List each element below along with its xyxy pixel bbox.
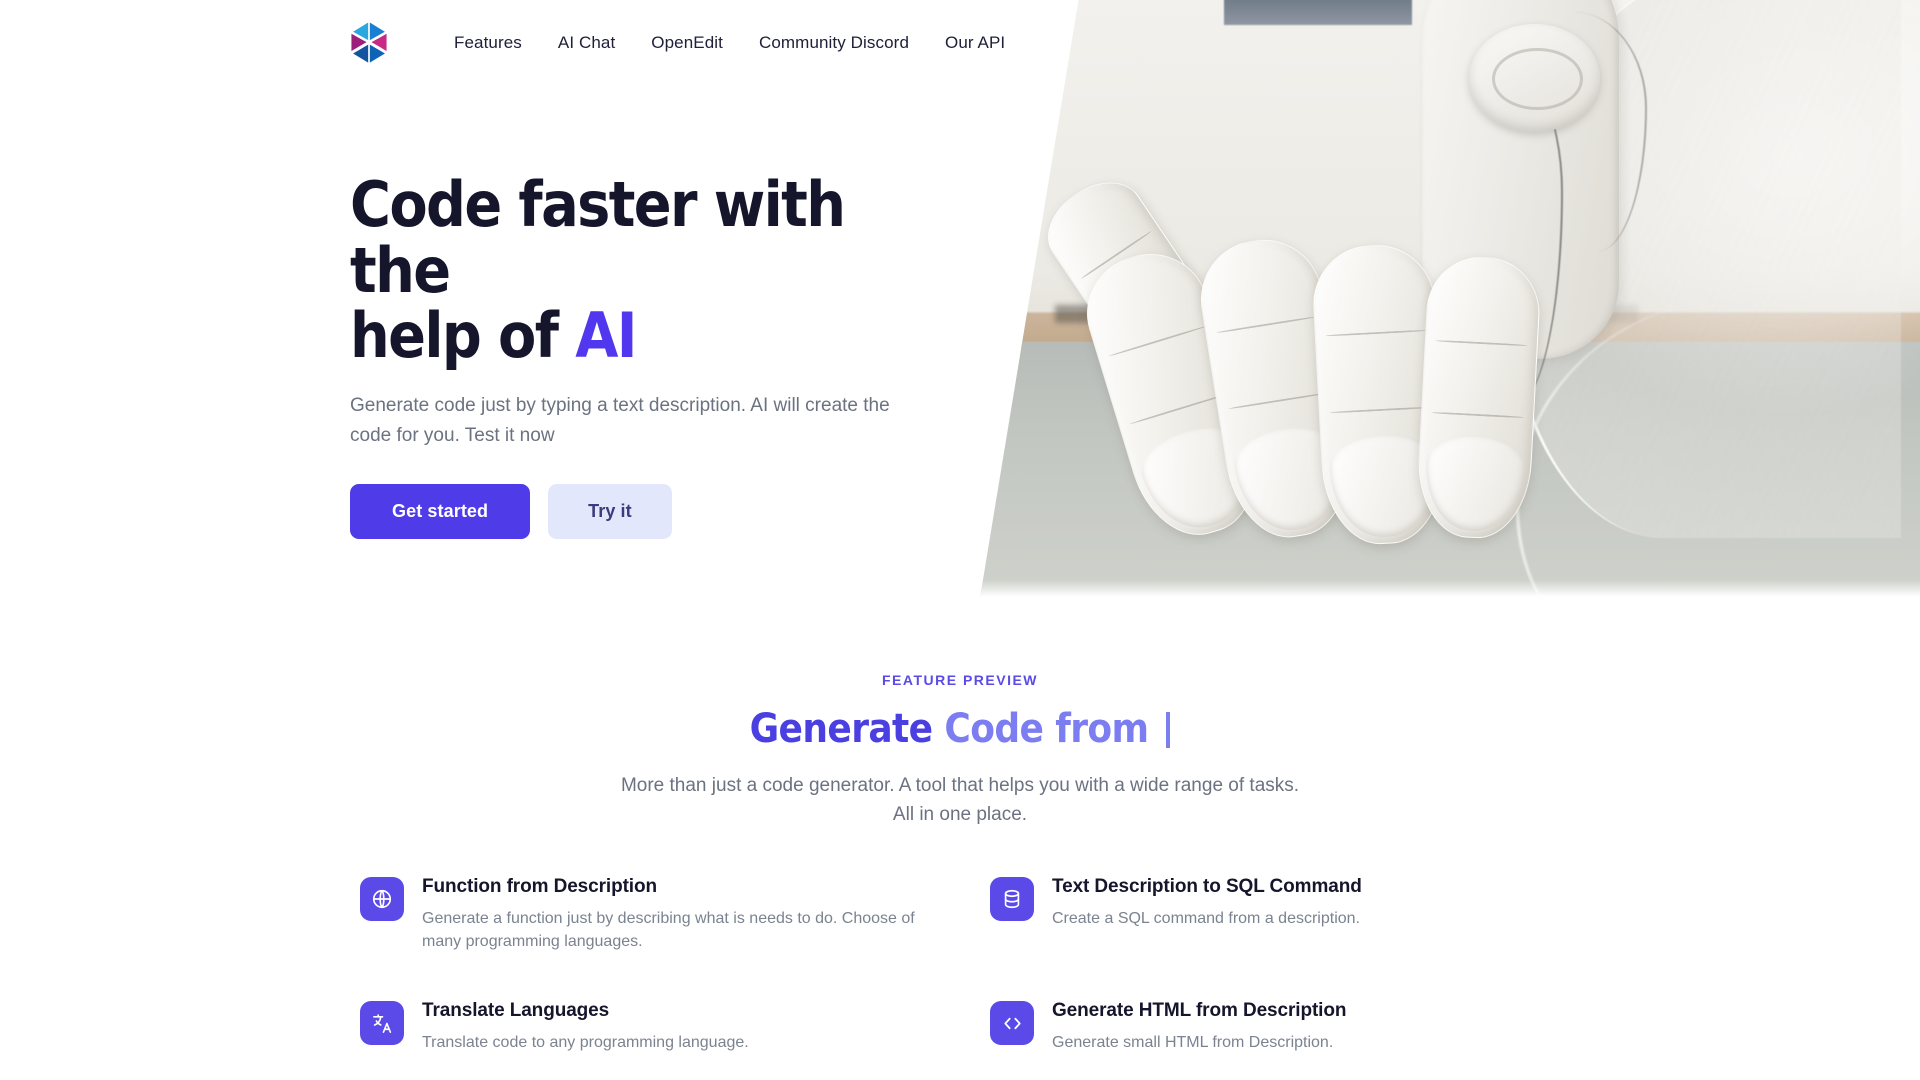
feature-card-title: Translate Languages bbox=[422, 1000, 610, 1022]
feature-card-description: Create a SQL command from a description. bbox=[1052, 909, 1360, 927]
section-title: Generate Code from bbox=[0, 706, 1920, 752]
nav-link-our-api[interactable]: Our API bbox=[927, 25, 1023, 61]
brand-logo[interactable] bbox=[348, 20, 390, 66]
hero-title: Code faster with the help of AI bbox=[350, 172, 940, 369]
hero-title-accent: AI bbox=[575, 299, 637, 373]
nav-link-features[interactable]: Features bbox=[436, 25, 540, 61]
feature-card[interactable]: Text Description to SQL Command Create a… bbox=[990, 875, 1560, 953]
feature-card-description: Translate code to any programming langua… bbox=[422, 1034, 749, 1052]
feature-card-description: Generate small HTML from Description. bbox=[1052, 1034, 1334, 1052]
nav-links: Features AI Chat OpenEdit Community Disc… bbox=[436, 25, 1023, 61]
feature-preview-section: FEATURE PREVIEW Generate Code from More … bbox=[0, 672, 1920, 1055]
feature-card[interactable]: Translate Languages Translate code to an… bbox=[360, 999, 930, 1055]
feature-card-body: Function from Description Generate a fun… bbox=[422, 875, 922, 953]
section-title-static: Generate bbox=[749, 706, 945, 752]
hero-section: Code faster with the help of AI Generate… bbox=[350, 172, 950, 540]
hero-photo-background bbox=[980, 0, 1920, 598]
landing-page: Features AI Chat OpenEdit Community Disc… bbox=[0, 0, 1920, 1080]
hero-subtitle: Generate code just by typing a text desc… bbox=[350, 395, 890, 446]
code-brackets-icon bbox=[990, 1001, 1034, 1046]
globe-icon bbox=[360, 877, 404, 921]
feature-card-body: Generate HTML from Description Generate … bbox=[1052, 999, 1346, 1055]
hero-cta-group: Get started Try it bbox=[350, 484, 950, 540]
section-title-typed: Code from bbox=[944, 706, 1161, 752]
feature-card-body: Text Description to SQL Command Create a… bbox=[1052, 875, 1362, 931]
main-navigation: Features AI Chat OpenEdit Community Disc… bbox=[348, 20, 1023, 66]
get-started-button[interactable]: Get started bbox=[350, 484, 531, 540]
feature-card-description: Generate a function just by describing w… bbox=[422, 909, 915, 950]
feature-card-title: Text Description to SQL Command bbox=[1052, 876, 1362, 897]
hero-bottom-fade bbox=[980, 580, 1920, 598]
machine-screen-panel bbox=[1224, 0, 1413, 30]
typing-caret bbox=[1166, 712, 1171, 748]
nav-link-openedit[interactable]: OpenEdit bbox=[633, 25, 741, 61]
database-icon bbox=[990, 877, 1034, 921]
feature-card-title: Function from Description bbox=[422, 876, 658, 897]
hero-title-line1: Code faster with the bbox=[350, 168, 846, 307]
feature-card[interactable]: Function from Description Generate a fun… bbox=[360, 875, 930, 953]
section-subtitle: More than just a code generator. A tool … bbox=[620, 775, 1300, 825]
robot-finger bbox=[1414, 254, 1542, 541]
nav-link-community-discord[interactable]: Community Discord bbox=[741, 25, 927, 61]
hero-image bbox=[980, 0, 1920, 598]
feature-card-grid: Function from Description Generate a fun… bbox=[360, 875, 1560, 1055]
translate-icon bbox=[360, 1001, 404, 1046]
feature-card-body: Translate Languages Translate code to an… bbox=[422, 999, 749, 1055]
hero-title-line2: help of bbox=[350, 299, 576, 373]
section-eyebrow: FEATURE PREVIEW bbox=[881, 672, 1039, 688]
nav-link-ai-chat[interactable]: AI Chat bbox=[540, 25, 633, 61]
try-it-button[interactable]: Try it bbox=[548, 484, 672, 540]
feature-card[interactable]: Generate HTML from Description Generate … bbox=[990, 999, 1560, 1055]
feature-card-title: Generate HTML from Description bbox=[1052, 1000, 1347, 1022]
robot-wrist-joint bbox=[1468, 23, 1601, 132]
